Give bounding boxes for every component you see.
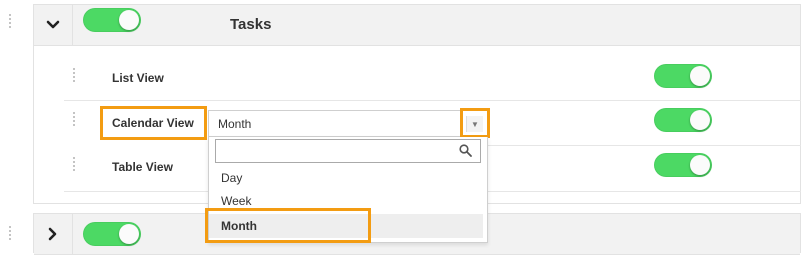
dropdown-search (215, 139, 481, 163)
tasks-panel-header: Tasks (34, 5, 800, 46)
calendar-view-label-highlight (100, 106, 207, 140)
dropdown-search-input[interactable] (220, 141, 454, 163)
month-option-highlight (205, 208, 371, 243)
tasks-toggle[interactable] (83, 8, 141, 32)
calendar-view-toggle[interactable] (654, 108, 712, 132)
drag-handle-icon[interactable] (9, 226, 11, 242)
section-title: Tasks (230, 16, 272, 33)
drag-handle-icon[interactable] (73, 112, 75, 128)
expand-button[interactable] (34, 214, 73, 254)
divider (64, 100, 801, 101)
chevron-down-icon (46, 20, 60, 29)
select-arrow-highlight (460, 108, 490, 138)
search-icon (459, 144, 472, 157)
section2-toggle[interactable] (83, 222, 141, 246)
divider (488, 145, 801, 146)
calendar-view-select[interactable]: Month ▼ (208, 110, 488, 137)
drag-handle-icon[interactable] (9, 14, 11, 30)
chevron-right-icon (48, 227, 57, 241)
table-view-toggle[interactable] (654, 153, 712, 177)
dropdown-option-day[interactable]: Day (209, 166, 483, 190)
list-view-toggle[interactable] (654, 64, 712, 88)
drag-handle-icon[interactable] (73, 157, 75, 173)
drag-handle-icon[interactable] (73, 68, 75, 84)
collapse-button[interactable] (34, 5, 73, 45)
select-value: Month (218, 117, 252, 131)
row-label-list-view: List View (112, 71, 164, 85)
row-label-table-view: Table View (112, 160, 173, 174)
